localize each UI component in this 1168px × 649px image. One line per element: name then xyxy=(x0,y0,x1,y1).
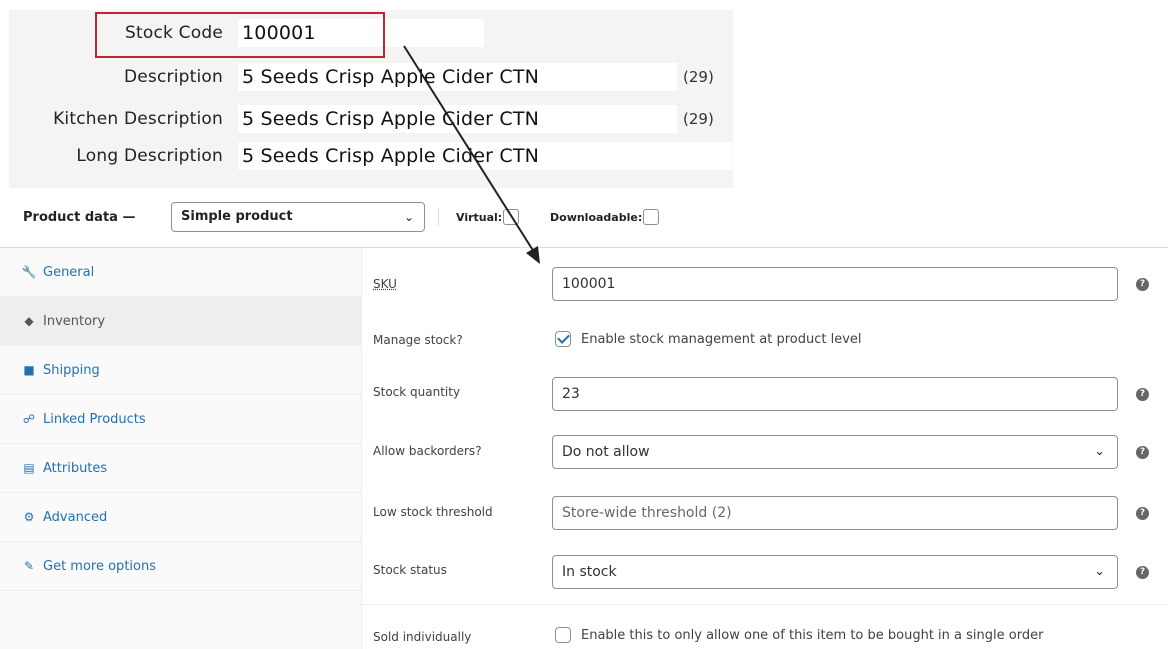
annotation-arrow xyxy=(403,45,540,264)
arrow-line xyxy=(403,45,535,253)
